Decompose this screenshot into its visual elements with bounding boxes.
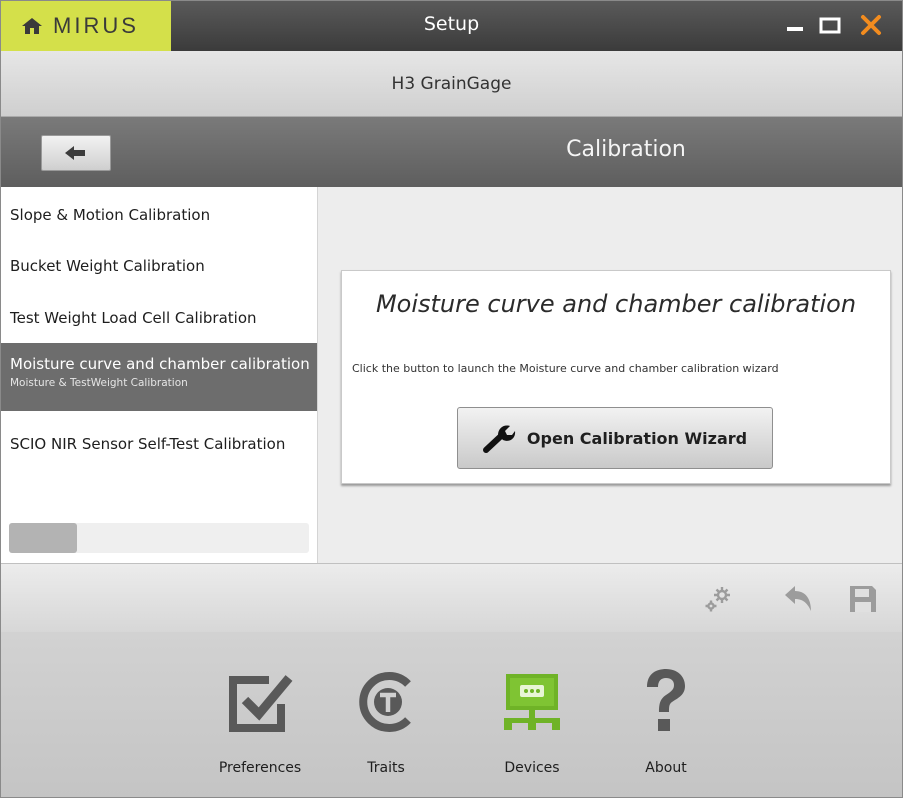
trait-t-icon xyxy=(359,672,411,732)
checkbox-icon xyxy=(229,675,293,732)
list-item-label: Moisture curve and chamber calibration xyxy=(10,355,310,373)
nav-devices[interactable]: Devices xyxy=(477,666,587,776)
list-item-slope-motion[interactable]: Slope & Motion Calibration xyxy=(1,199,317,231)
nav-label: Traits xyxy=(367,760,405,776)
list-item-label: Test Weight Load Cell Calibration xyxy=(10,309,257,327)
nav-label: About xyxy=(645,760,687,776)
settings-gears-button[interactable] xyxy=(701,584,735,614)
nav-label: Preferences xyxy=(218,760,302,776)
device-header: H3 GrainGage xyxy=(1,51,902,117)
nav-traits[interactable]: Traits xyxy=(331,666,441,776)
horizontal-scrollbar[interactable] xyxy=(9,523,309,553)
minimize-icon xyxy=(787,27,803,31)
action-toolbar xyxy=(1,563,902,633)
gears-icon xyxy=(705,587,730,612)
wizard-button-label: Open Calibration Wizard xyxy=(526,428,748,448)
nav-about[interactable]: About xyxy=(611,666,721,776)
device-monitor-icon xyxy=(504,674,560,730)
maximize-button[interactable] xyxy=(816,11,844,39)
card-title: Moisture curve and chamber calibration xyxy=(375,290,857,318)
section-title: Calibration xyxy=(566,137,686,162)
detail-pane: Moisture curve and chamber calibration C… xyxy=(318,187,902,563)
bottom-navigation: Preferences Traits Devices About xyxy=(1,632,902,797)
list-item-test-weight[interactable]: Test Weight Load Cell Calibration xyxy=(1,302,317,334)
undo-button[interactable] xyxy=(781,584,815,614)
list-item-scio-nir[interactable]: SCIO NIR Sensor Self-Test Calibration xyxy=(1,428,317,460)
scrollbar-thumb[interactable] xyxy=(9,523,77,553)
undo-icon xyxy=(785,586,811,611)
nav-label: Devices xyxy=(504,760,560,776)
save-button[interactable] xyxy=(846,584,880,614)
close-button[interactable] xyxy=(857,11,885,39)
close-icon xyxy=(861,15,881,35)
nav-preferences[interactable]: Preferences xyxy=(205,666,315,776)
list-item-label: Bucket Weight Calibration xyxy=(10,257,205,275)
list-item-sublabel: Moisture & TestWeight Calibration xyxy=(10,377,188,389)
wrench-icon xyxy=(482,425,516,453)
device-name: H3 GrainGage xyxy=(391,74,512,94)
section-header: Calibration xyxy=(1,117,902,187)
question-icon xyxy=(647,669,685,731)
back-button[interactable] xyxy=(41,135,111,171)
calibration-list: Slope & Motion Calibration Bucket Weight… xyxy=(1,187,318,563)
list-item-bucket-weight[interactable]: Bucket Weight Calibration xyxy=(1,250,317,282)
list-item-label: SCIO NIR Sensor Self-Test Calibration xyxy=(10,435,286,453)
list-item-label: Slope & Motion Calibration xyxy=(10,206,211,224)
back-arrow-icon xyxy=(65,146,85,160)
list-item-moisture-curve[interactable]: Moisture curve and chamber calibration M… xyxy=(1,343,317,411)
title-bar: MIRUS Setup xyxy=(1,1,902,51)
maximize-icon xyxy=(819,17,841,34)
open-calibration-wizard-button[interactable]: Open Calibration Wizard xyxy=(457,407,773,469)
app-window: MIRUS Setup H3 GrainGage Calibration Slo… xyxy=(0,0,903,798)
card-description: Click the button to launch the Moisture … xyxy=(352,362,779,375)
save-icon xyxy=(850,586,876,612)
minimize-button[interactable] xyxy=(781,11,809,39)
calibration-card: Moisture curve and chamber calibration C… xyxy=(341,270,891,484)
window-title: Setup xyxy=(423,13,480,35)
